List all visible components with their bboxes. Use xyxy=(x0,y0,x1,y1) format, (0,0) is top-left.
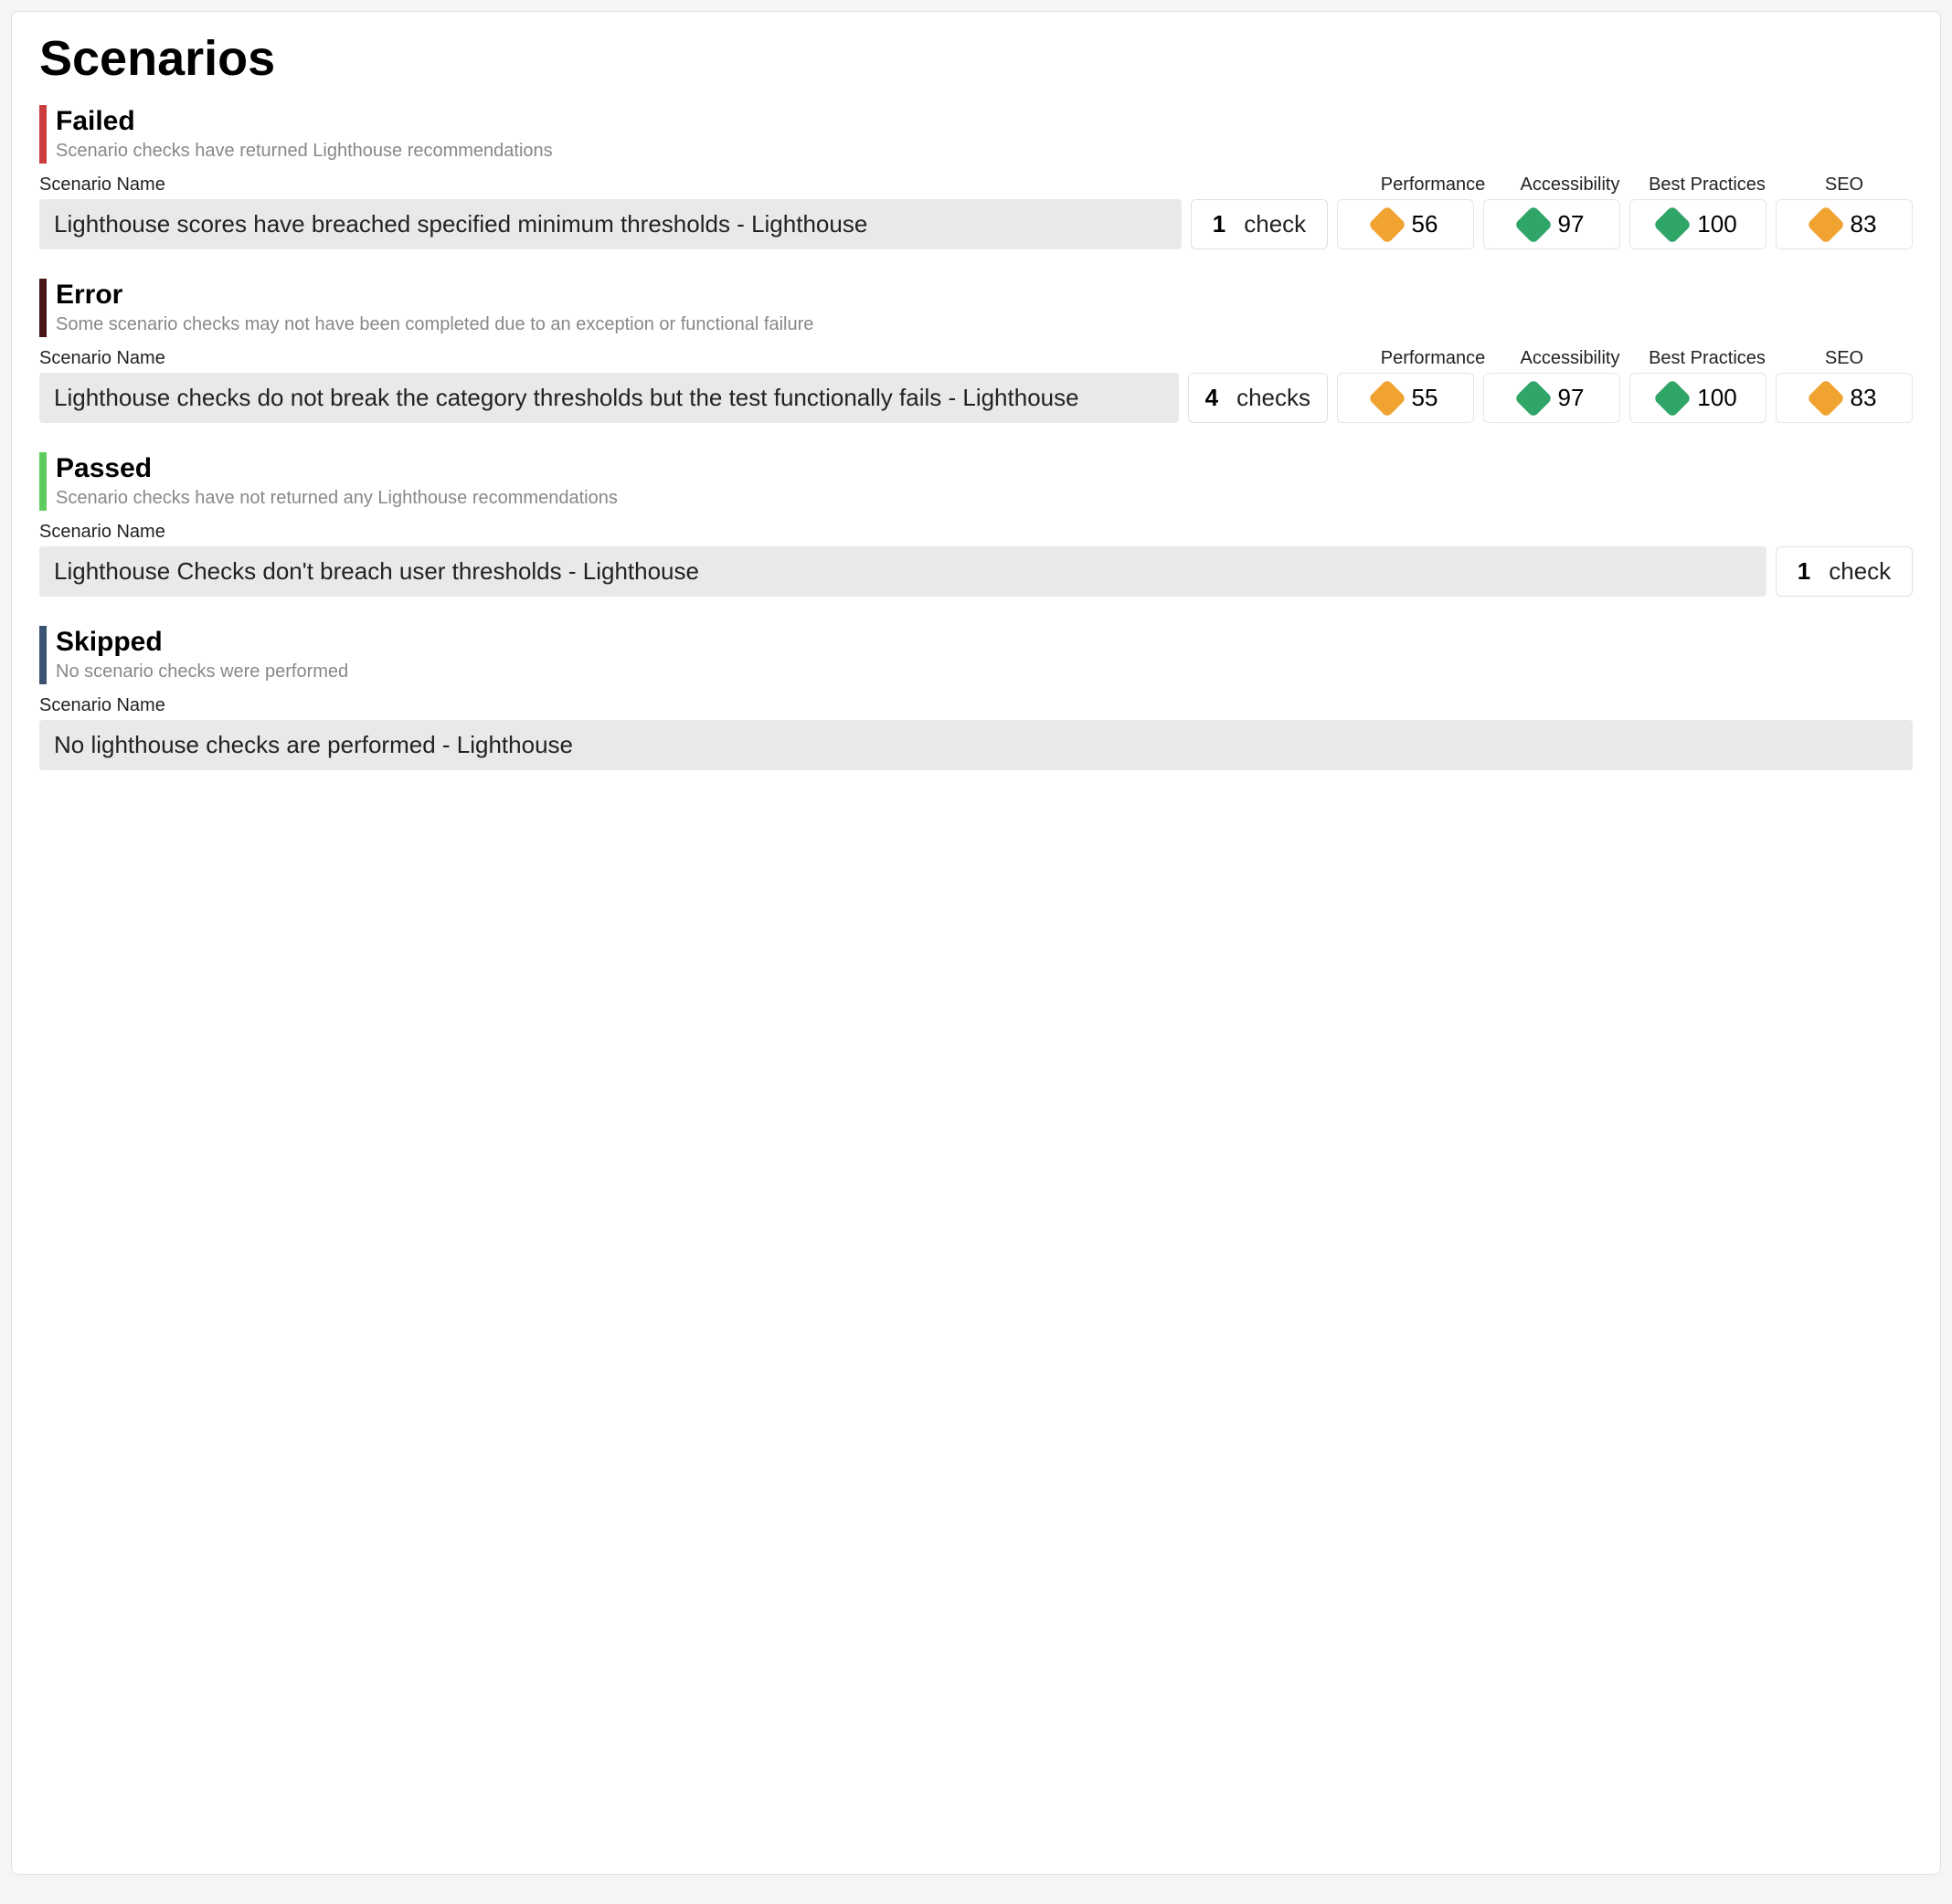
section-heading: PassedScenario checks have not returned … xyxy=(56,452,618,511)
column-header-accessibility: Accessibility xyxy=(1501,348,1639,369)
column-header-best_practices: Best Practices xyxy=(1639,348,1776,369)
scenario-row[interactable]: Lighthouse scores have breached specifie… xyxy=(39,199,1913,249)
section-title: Failed xyxy=(56,105,553,138)
metric-value: 100 xyxy=(1697,384,1736,412)
column-headers: Scenario NamePerformanceAccessibilityBes… xyxy=(39,175,1913,196)
section-header: FailedScenario checks have returned Ligh… xyxy=(39,105,1913,164)
section-status-bar xyxy=(39,626,47,684)
scenarios-panel: Scenarios FailedScenario checks have ret… xyxy=(11,11,1941,1875)
scenario-row[interactable]: Lighthouse checks do not break the categ… xyxy=(39,373,1913,423)
scenario-row[interactable]: No lighthouse checks are performed - Lig… xyxy=(39,720,1913,770)
column-header-best_practices: Best Practices xyxy=(1639,175,1776,196)
sections-container: FailedScenario checks have returned Ligh… xyxy=(39,105,1913,770)
section-subtitle: Scenario checks have not returned any Li… xyxy=(56,485,618,511)
section-passed: PassedScenario checks have not returned … xyxy=(39,452,1913,597)
section-heading: FailedScenario checks have returned Ligh… xyxy=(56,105,553,164)
section-title: Error xyxy=(56,279,813,312)
metric-best_practices: 100 xyxy=(1629,199,1766,249)
metric-best_practices: 100 xyxy=(1629,373,1766,423)
scenario-name: No lighthouse checks are performed - Lig… xyxy=(39,720,1913,770)
check-count-number: 1 xyxy=(1213,210,1225,238)
section-subtitle: Some scenario checks may not have been c… xyxy=(56,312,813,337)
section-title: Skipped xyxy=(56,626,348,659)
section-status-bar xyxy=(39,279,47,337)
column-header-performance: Performance xyxy=(1364,175,1501,196)
column-headers: Scenario Name xyxy=(39,522,1913,543)
column-header-name: Scenario Name xyxy=(39,695,1913,716)
check-count-label: checks xyxy=(1236,384,1310,412)
diamond-icon xyxy=(1806,205,1844,243)
column-header-seo: SEO xyxy=(1776,348,1913,369)
section-header: ErrorSome scenario checks may not have b… xyxy=(39,279,1913,337)
diamond-icon xyxy=(1806,378,1844,417)
metric-value: 97 xyxy=(1558,384,1585,412)
check-count-number: 4 xyxy=(1205,384,1218,412)
diamond-icon xyxy=(1653,205,1692,243)
metric-performance: 56 xyxy=(1337,199,1474,249)
column-header-performance: Performance xyxy=(1364,348,1501,369)
column-header-name: Scenario Name xyxy=(39,522,1913,543)
metric-seo: 83 xyxy=(1776,373,1913,423)
scenario-name: Lighthouse Checks don't breach user thre… xyxy=(39,546,1766,597)
scenario-name: Lighthouse scores have breached specifie… xyxy=(39,199,1182,249)
diamond-icon xyxy=(1513,378,1552,417)
column-header-accessibility: Accessibility xyxy=(1501,175,1639,196)
check-count: 4 checks xyxy=(1188,373,1328,423)
metric-accessibility: 97 xyxy=(1483,199,1620,249)
column-header-seo: SEO xyxy=(1776,175,1913,196)
scenario-row[interactable]: Lighthouse Checks don't breach user thre… xyxy=(39,546,1913,597)
check-count: 1 check xyxy=(1776,546,1913,597)
diamond-icon xyxy=(1513,205,1552,243)
page-title: Scenarios xyxy=(39,30,1913,87)
section-subtitle: No scenario checks were performed xyxy=(56,659,348,684)
check-count: 1 check xyxy=(1191,199,1328,249)
section-heading: SkippedNo scenario checks were performed xyxy=(56,626,348,684)
metric-value: 55 xyxy=(1412,384,1438,412)
metric-value: 56 xyxy=(1412,210,1438,238)
section-failed: FailedScenario checks have returned Ligh… xyxy=(39,105,1913,249)
section-status-bar xyxy=(39,452,47,511)
metric-seo: 83 xyxy=(1776,199,1913,249)
metric-value: 83 xyxy=(1851,210,1877,238)
scenario-name: Lighthouse checks do not break the categ… xyxy=(39,373,1179,423)
column-header-name: Scenario Name xyxy=(39,175,1364,196)
section-header: PassedScenario checks have not returned … xyxy=(39,452,1913,511)
diamond-icon xyxy=(1367,205,1406,243)
section-header: SkippedNo scenario checks were performed xyxy=(39,626,1913,684)
metric-value: 97 xyxy=(1558,210,1585,238)
section-subtitle: Scenario checks have returned Lighthouse… xyxy=(56,138,553,164)
metric-value: 100 xyxy=(1697,210,1736,238)
section-status-bar xyxy=(39,105,47,164)
column-headers: Scenario Name xyxy=(39,695,1913,716)
diamond-icon xyxy=(1367,378,1406,417)
metric-performance: 55 xyxy=(1337,373,1474,423)
check-count-number: 1 xyxy=(1798,557,1810,586)
section-title: Passed xyxy=(56,452,618,485)
check-count-label: check xyxy=(1244,210,1306,238)
column-header-name: Scenario Name xyxy=(39,348,1364,369)
section-skipped: SkippedNo scenario checks were performed… xyxy=(39,626,1913,770)
metric-accessibility: 97 xyxy=(1483,373,1620,423)
section-error: ErrorSome scenario checks may not have b… xyxy=(39,279,1913,423)
column-headers: Scenario NamePerformanceAccessibilityBes… xyxy=(39,348,1913,369)
check-count-label: check xyxy=(1829,557,1891,586)
section-heading: ErrorSome scenario checks may not have b… xyxy=(56,279,813,337)
metric-value: 83 xyxy=(1851,384,1877,412)
diamond-icon xyxy=(1653,378,1692,417)
